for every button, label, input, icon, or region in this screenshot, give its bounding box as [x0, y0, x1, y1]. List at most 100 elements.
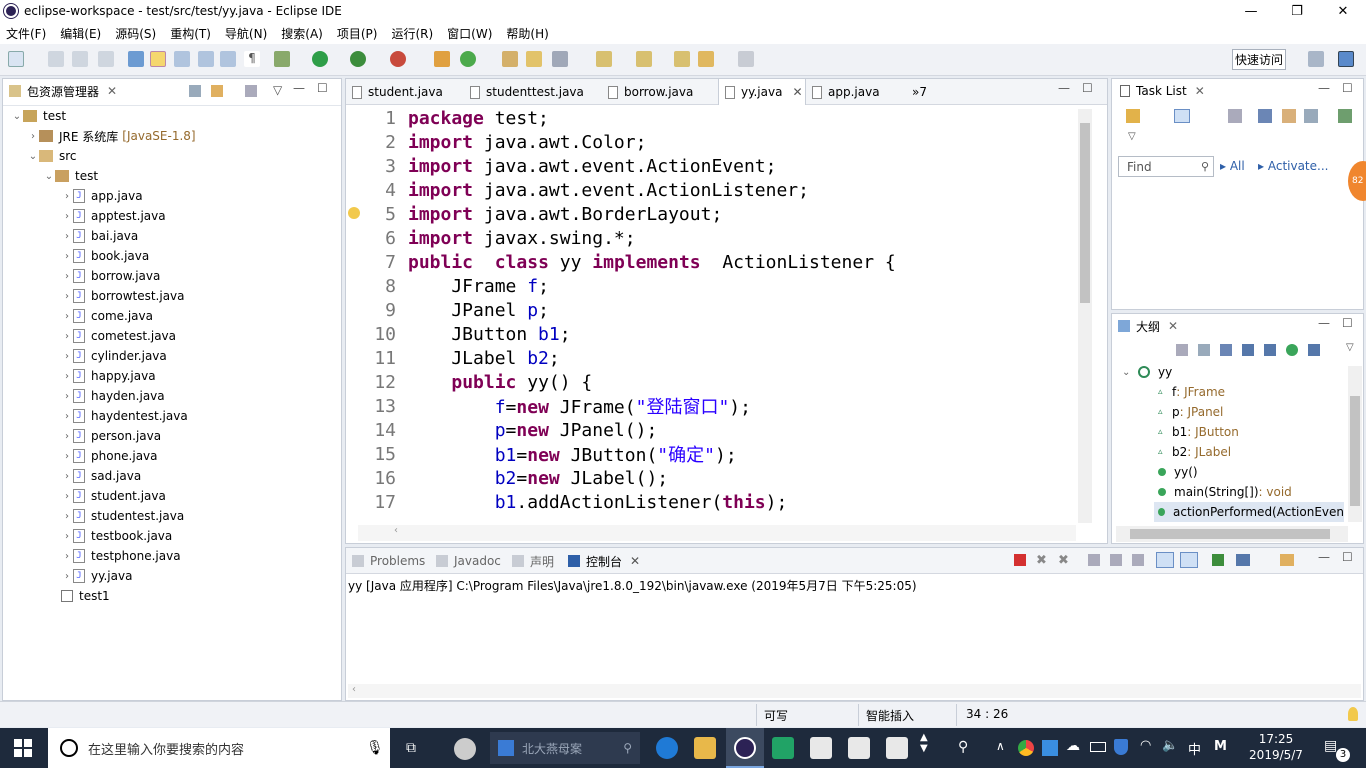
minimize-view-icon[interactable]: — — [1318, 81, 1330, 95]
synchronize-icon[interactable] — [1282, 109, 1296, 123]
task-repositories-icon[interactable] — [1338, 109, 1352, 123]
tree-package[interactable]: ⌄ test — [3, 166, 98, 186]
menu-item[interactable]: 项目(P) — [337, 25, 378, 42]
tree-java-file[interactable]: › Jstudentest.java — [3, 506, 184, 526]
show-hidden-icons[interactable]: ∧ — [996, 739, 1005, 753]
open-folder-icon[interactable] — [526, 51, 542, 67]
onedrive-icon[interactable]: ☁ — [1066, 738, 1080, 754]
hide-fields-icon[interactable] — [1242, 344, 1254, 356]
app-green-icon[interactable] — [772, 737, 794, 759]
tree-jre-library[interactable]: › JRE 系统库 [JavaSE-1.8] — [3, 126, 196, 146]
word-wrap-icon[interactable] — [1132, 554, 1144, 566]
back-icon[interactable] — [698, 51, 714, 67]
tree-java-file[interactable]: › Jtestphone.java — [3, 546, 181, 566]
outline-member[interactable]: yy() — [1158, 462, 1198, 482]
restore-button[interactable]: ❐ — [1274, 0, 1320, 22]
console-view-tab[interactable]: Problems — [352, 549, 425, 573]
outline-tab[interactable]: 大纲 ✕ — [1118, 314, 1178, 338]
editor-tab[interactable]: student.java — [346, 79, 464, 105]
java-app-icon[interactable] — [810, 737, 832, 759]
terminate-icon[interactable] — [1014, 554, 1026, 566]
open-perspective-icon[interactable] — [1308, 51, 1324, 67]
show-on-stdout-icon[interactable] — [1156, 552, 1174, 568]
expand-chevron-icon[interactable]: › — [61, 471, 73, 482]
eclipse-taskbar-button[interactable] — [726, 728, 764, 768]
editor-tab[interactable]: app.java — [806, 79, 902, 105]
clock[interactable]: 17:25 2019/5/7 — [1244, 731, 1308, 763]
debug-icon[interactable] — [274, 51, 290, 67]
print-icon[interactable] — [98, 51, 114, 67]
highlight-icon[interactable] — [150, 51, 166, 67]
warning-marker-icon[interactable] — [348, 207, 360, 219]
link-editor-icon[interactable] — [211, 85, 223, 97]
browser-search-box[interactable]: 北大燕母案 ⚲ — [490, 732, 640, 764]
new-class-icon[interactable] — [460, 51, 476, 67]
code-area[interactable]: 1 package test; 2 import java.awt.Color; 3 im… — [358, 106, 1074, 524]
tree-java-file[interactable]: › Jcylinder.java — [3, 346, 167, 366]
collapse-icon[interactable] — [1304, 109, 1318, 123]
menu-item[interactable]: 源码(S) — [115, 25, 156, 42]
outline-member[interactable]: ▵ p : JPanel — [1158, 402, 1223, 422]
menu-item[interactable]: 运行(R) — [391, 25, 433, 42]
expand-chevron-icon[interactable]: › — [61, 251, 73, 262]
scroll-lock-icon[interactable] — [1110, 554, 1122, 566]
expand-chevron-icon[interactable]: › — [61, 291, 73, 302]
horizontal-scrollbar[interactable]: ‹ — [358, 525, 1076, 541]
save-icon[interactable] — [48, 51, 64, 67]
menu-item[interactable]: 编辑(E) — [60, 25, 101, 42]
remove-launch-icon[interactable]: ✖ — [1036, 553, 1047, 568]
outline-scrollbar[interactable] — [1348, 366, 1362, 522]
tree-java-file[interactable]: › Jstudent.java — [3, 486, 166, 506]
taskbar-search-box[interactable]: 在这里输入你要搜索的内容 🎙 — [48, 728, 390, 768]
expand-chevron-icon[interactable]: › — [61, 371, 73, 382]
vertical-scrollbar[interactable] — [1078, 109, 1092, 523]
tree-java-file[interactable]: › Jbook.java — [3, 246, 149, 266]
tree-project[interactable]: ⌄ test — [3, 106, 66, 126]
expand-chevron-icon[interactable]: › — [61, 491, 73, 502]
close-tab-icon[interactable]: ✕ — [792, 85, 802, 99]
outline-member[interactable]: ▵ b2 : JLabel — [1158, 442, 1231, 462]
security-icon[interactable] — [1114, 739, 1128, 755]
tree-java-file[interactable]: › Jperson.java — [3, 426, 161, 446]
menu-item[interactable]: 文件(F) — [6, 25, 46, 42]
expand-chevron-icon[interactable]: › — [61, 571, 73, 582]
file-explorer-icon[interactable] — [694, 737, 716, 759]
hide-completed-icon[interactable] — [1258, 109, 1272, 123]
menu-item[interactable]: 重构(T) — [170, 25, 211, 42]
tree-java-file[interactable]: › Jphone.java — [3, 446, 158, 466]
close-icon[interactable]: ✕ — [1168, 319, 1178, 333]
save-all-icon[interactable] — [72, 51, 88, 67]
notification-badge[interactable]: 82 — [1348, 161, 1366, 201]
tray-app-icon[interactable] — [1042, 740, 1058, 756]
battery-icon[interactable] — [1090, 742, 1106, 752]
tree-java-file[interactable]: › Jborrowtest.java — [3, 286, 185, 306]
external-tools-icon[interactable] — [390, 51, 406, 67]
minimize-view-icon[interactable]: — — [293, 81, 305, 95]
new-package-icon[interactable] — [434, 51, 450, 67]
maximize-view-icon[interactable]: ☐ — [317, 81, 328, 95]
expand-chevron-icon[interactable]: ⌄ — [43, 171, 55, 182]
menu-item[interactable]: 搜索(A) — [281, 25, 323, 42]
open-type-icon[interactable] — [502, 51, 518, 67]
java-app-icon[interactable] — [886, 737, 908, 759]
outline-member[interactable]: ▵ b1 : JButton — [1158, 422, 1239, 442]
edge-icon[interactable] — [656, 737, 678, 759]
console-view-tab[interactable]: 控制台 ✕ — [568, 549, 640, 573]
java-perspective-icon[interactable] — [1338, 51, 1354, 67]
editor-maximize-icon[interactable]: ☐ — [1082, 81, 1093, 95]
expand-chevron-icon[interactable]: › — [61, 211, 73, 222]
close-button[interactable]: ✕ — [1320, 0, 1366, 22]
hide-static-icon[interactable] — [1264, 344, 1276, 356]
taskbar-overflow-icon[interactable]: ▲ ▼ — [920, 732, 928, 754]
task-view-icon[interactable]: ⧉ — [406, 740, 416, 756]
close-icon[interactable]: ✕ — [1195, 84, 1205, 98]
ime-mode-indicator[interactable]: M — [1214, 739, 1227, 754]
task-list-tab[interactable]: Task List ✕ — [1120, 79, 1205, 103]
tree-java-file[interactable]: › Japptest.java — [3, 206, 166, 226]
editor-tab[interactable]: borrow.java — [602, 79, 718, 105]
pilcrow-icon[interactable]: ¶ — [244, 51, 260, 67]
display-console-icon[interactable] — [1236, 554, 1250, 566]
view-menu-icon[interactable]: ▽ — [273, 83, 282, 97]
tree-java-file[interactable]: › Jhayden.java — [3, 386, 165, 406]
expand-chevron-icon[interactable]: › — [61, 511, 73, 522]
